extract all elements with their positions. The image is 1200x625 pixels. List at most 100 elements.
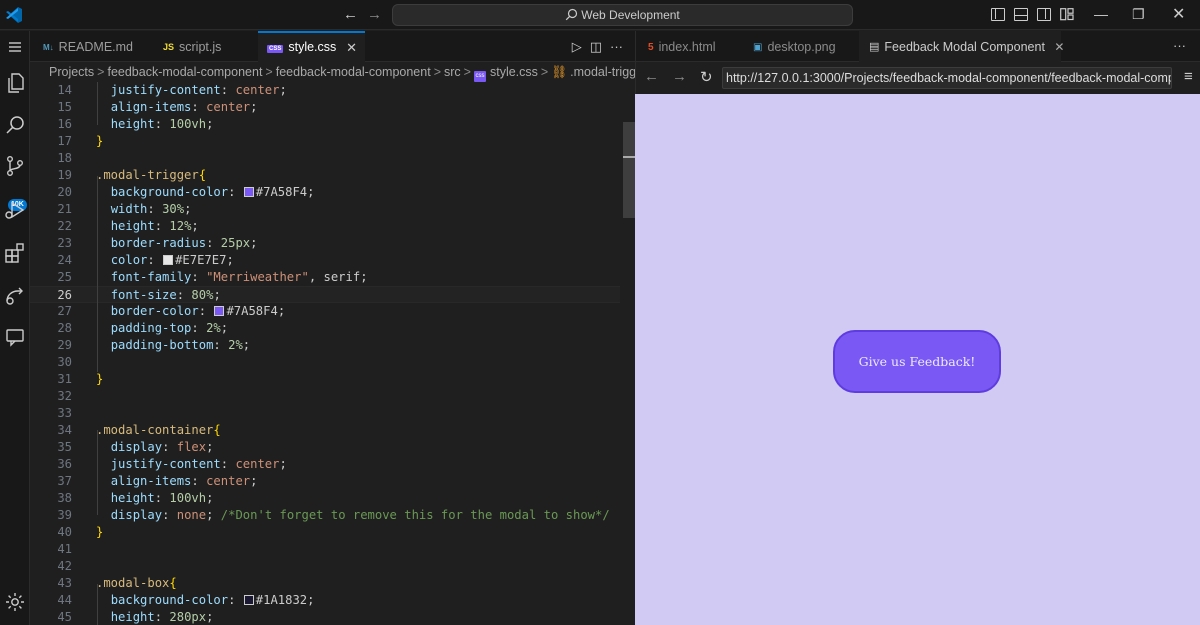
css-property: padding-bottom (110, 338, 214, 352)
css-value: 280px (169, 610, 207, 624)
line-number: 27 (57, 304, 72, 318)
files-icon[interactable] (3, 71, 27, 95)
browser-reload-button[interactable]: ↻ (700, 68, 713, 86)
run-icon[interactable]: ▷ (572, 39, 582, 54)
code-editor[interactable]: 14 justify-content: center; 15 align-item… (30, 82, 635, 625)
tab-label: desktop.png (767, 40, 836, 54)
breadcrumb-item[interactable]: feedback-modal-component (276, 65, 431, 79)
activity-bar: 10K (0, 31, 30, 625)
css-property: align-items (110, 474, 192, 488)
tab-label: README.md (58, 40, 133, 54)
line-number: 45 (57, 610, 72, 624)
tab-style-css[interactable]: CSS style.css ✕ (258, 31, 365, 63)
close-tab-icon[interactable]: ✕ (346, 40, 357, 56)
editor-tab-bar: M↓ README.md JS script.js CSS style.css ✕ ▷… (30, 31, 635, 63)
colon: : (154, 117, 170, 131)
color-swatch (243, 595, 254, 605)
breadcrumb-item[interactable]: .modal-trigger (570, 65, 635, 79)
more-actions-icon[interactable]: ··· (610, 39, 623, 54)
tab-feedback-modal-component[interactable]: ▤ Feedback Modal Component ✕ (859, 31, 1064, 63)
code-text: padding-bottom: 2%; (96, 337, 250, 354)
split-editor-icon[interactable]: ◫ (590, 39, 602, 54)
close-tab-icon[interactable]: ✕ (1054, 40, 1064, 54)
semicolon: ; (206, 117, 214, 131)
comments-icon[interactable] (3, 325, 27, 349)
command-center-label: Web Development (581, 8, 680, 22)
tab-desktop-png[interactable]: ▣ desktop.png (743, 31, 859, 62)
line-number: 38 (57, 491, 72, 505)
search-icon[interactable] (3, 113, 27, 137)
indent-guide (97, 176, 98, 372)
css-value: center (235, 457, 280, 471)
breadcrumb-item[interactable]: feedback-modal-component (107, 65, 262, 79)
semicolon: ; (242, 338, 251, 352)
css-selector: .modal-trigger (96, 168, 199, 182)
minimize-window-button[interactable]: — (1094, 6, 1108, 22)
code-line: 43 .modal-box{ (30, 575, 620, 592)
nav-back-button[interactable]: ← (343, 6, 358, 23)
code-text: display: none; /*Don't forget to remove … (96, 507, 610, 524)
css-value: #E7E7E7 (175, 253, 227, 267)
css-comment: /*Don't forget to remove this for the mo… (220, 508, 610, 522)
breadcrumb-item[interactable]: src (444, 65, 461, 79)
semicolon: ; (191, 219, 199, 233)
restore-window-button[interactable]: ❐ (1132, 6, 1145, 23)
close-window-button[interactable]: ✕ (1172, 4, 1185, 24)
give-feedback-button[interactable]: Give us Feedback! (833, 330, 1001, 393)
css-property: height (110, 219, 155, 233)
tab-script-js[interactable]: JS script.js (143, 31, 258, 62)
code-text: } (96, 133, 103, 150)
semicolon: ; (307, 593, 315, 607)
toggle-primary-sidebar-icon[interactable] (991, 8, 1005, 21)
more-actions-icon[interactable]: ··· (1173, 38, 1186, 53)
color-swatch (214, 306, 225, 316)
customize-layout-icon[interactable] (1060, 8, 1074, 21)
menu-icon[interactable] (3, 35, 27, 59)
colon: : (206, 236, 221, 250)
line-number: 30 (57, 355, 72, 369)
url-input[interactable] (722, 67, 1172, 89)
code-text: display: flex; (96, 439, 214, 456)
line-number: 20 (57, 185, 72, 199)
code-line: 20 background-color: #7A58F4; (30, 184, 620, 201)
remote-explorer-icon[interactable] (3, 283, 27, 307)
breadcrumb-item[interactable]: Projects (49, 65, 94, 79)
toggle-secondary-sidebar-icon[interactable] (1037, 8, 1051, 21)
colon: : (154, 219, 170, 233)
breadcrumb-item[interactable]: style.css (490, 65, 538, 79)
nav-forward-button[interactable]: → (367, 6, 382, 23)
colon: : (191, 100, 207, 114)
line-number: 26 (57, 288, 72, 302)
line-number: 14 (57, 83, 72, 97)
line-number: 42 (57, 559, 72, 573)
css-value: 2% (206, 321, 221, 335)
tab-readme[interactable]: M↓ README.md (30, 31, 143, 62)
source-control-icon[interactable] (3, 154, 27, 178)
browser-menu-icon[interactable]: ≡ (1184, 68, 1193, 85)
tab-label: style.css (288, 40, 337, 54)
extensions-icon[interactable] (3, 241, 27, 265)
line-number: 16 (57, 117, 72, 131)
scrollbar-slider[interactable] (623, 122, 635, 218)
code-line: 36 justify-content: center; (30, 456, 620, 473)
browser-forward-button[interactable]: → (672, 68, 687, 85)
line-number: 44 (57, 593, 72, 607)
command-center[interactable]: Web Development (392, 4, 853, 26)
brace: } (96, 134, 104, 148)
css-value: #1A1832 (255, 593, 308, 607)
tab-index-html[interactable]: 5 index.html (636, 31, 743, 62)
settings-gear-icon[interactable] (3, 590, 27, 614)
css-value: 30% (162, 202, 185, 216)
browser-back-button[interactable]: ← (644, 68, 659, 85)
css-value: 25px (220, 236, 251, 250)
toggle-panel-icon[interactable] (1014, 8, 1028, 21)
run-debug-icon[interactable] (3, 198, 27, 222)
